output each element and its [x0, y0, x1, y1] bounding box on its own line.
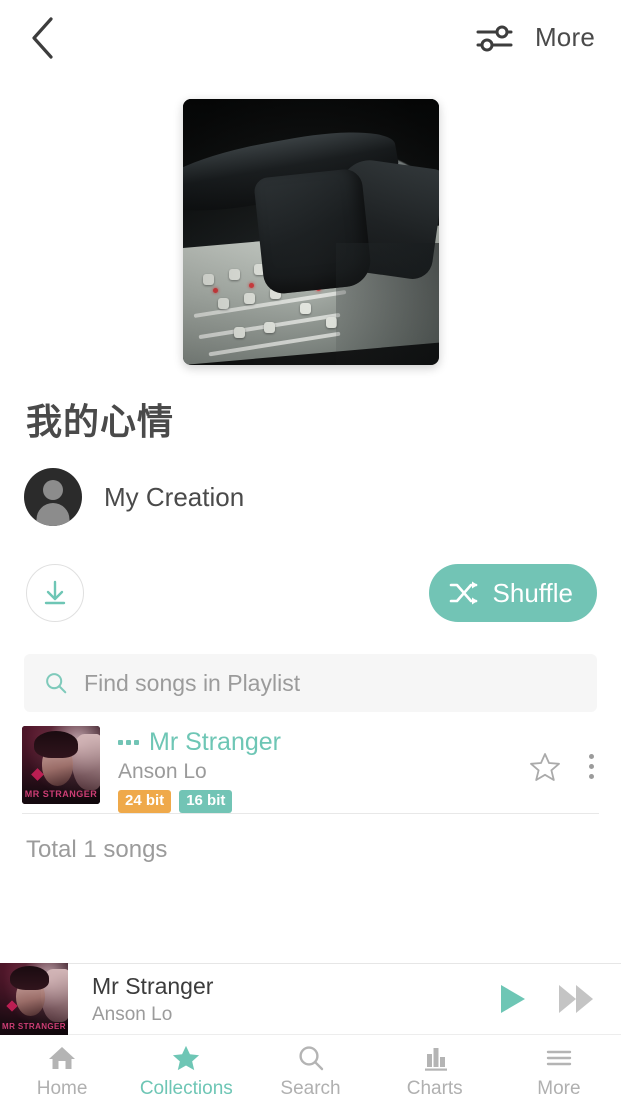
tab-home[interactable]: Home — [0, 1035, 124, 1109]
shuffle-label: Shuffle — [492, 577, 573, 608]
fast-forward-icon[interactable] — [559, 985, 593, 1013]
song-title-line: Mr Stranger — [118, 728, 529, 757]
now-playing-title: Mr Stranger — [92, 972, 214, 999]
equalizer-dots-icon — [118, 740, 139, 746]
star-icon — [171, 1044, 201, 1072]
app-header: More — [0, 0, 621, 75]
cover-vignette — [182, 99, 439, 365]
tab-label: Charts — [406, 1078, 463, 1099]
search-box[interactable] — [24, 654, 597, 713]
artwork-detail-hair — [34, 731, 79, 758]
tab-label: Home — [36, 1078, 88, 1099]
shuffle-button[interactable]: Shuffle — [428, 564, 597, 623]
bar-chart-icon — [420, 1044, 450, 1072]
song-artwork: MR STRANGER — [22, 726, 100, 805]
person-icon-body — [36, 503, 70, 527]
shuffle-icon — [449, 581, 478, 605]
status-badge: 16 bit — [179, 790, 233, 813]
now-playing-artwork: MR STRANGER — [0, 963, 68, 1035]
avatar — [24, 468, 82, 527]
song-badges: 24 bit 16 bit — [118, 790, 529, 813]
search-icon — [296, 1044, 326, 1072]
hamburger-icon — [544, 1044, 574, 1072]
home-icon — [47, 1044, 77, 1072]
sliders-icon — [476, 25, 513, 51]
search-input[interactable] — [84, 669, 577, 697]
song-details: Mr Stranger Anson Lo 24 bit 16 bit — [100, 726, 529, 813]
playlist-cover-art[interactable] — [182, 99, 439, 365]
song-title: Mr Stranger — [149, 728, 281, 757]
back-button[interactable] — [30, 14, 70, 62]
artwork-detail-hair — [9, 965, 49, 991]
owner-name: My Creation — [104, 481, 245, 512]
cover-art-wrap — [0, 75, 621, 365]
song-list: MR STRANGER Mr Stranger Anson Lo 24 bit … — [0, 726, 621, 815]
playlist-screen: More 我的心情 My Creation Shuffle Find songs… — [0, 0, 621, 1109]
more-menu-button[interactable]: More — [475, 22, 595, 54]
tab-charts[interactable]: Charts — [373, 1035, 497, 1109]
tab-search[interactable]: Search — [248, 1035, 372, 1109]
chevron-left-icon — [32, 16, 53, 59]
status-badge: 24 bit — [118, 790, 172, 813]
playlist-actions: Shuffle — [26, 564, 597, 623]
artwork-wordmark: MR STRANGER — [2, 1022, 66, 1031]
tab-label: More — [537, 1078, 581, 1099]
download-icon — [44, 581, 66, 605]
song-artist: Anson Lo — [118, 760, 207, 784]
tab-label: Collections — [139, 1078, 233, 1099]
kebab-menu-icon[interactable] — [583, 750, 599, 783]
download-button[interactable] — [26, 564, 84, 623]
star-outline-icon[interactable] — [529, 751, 561, 783]
bottom-tab-bar: Home Collections Search Charts More — [0, 1035, 621, 1109]
table-row[interactable]: MR STRANGER Mr Stranger Anson Lo 24 bit … — [0, 726, 621, 815]
song-actions — [529, 726, 599, 783]
search-icon — [46, 673, 67, 694]
tab-more[interactable]: More — [497, 1035, 621, 1109]
total-songs-label: Total 1 songs — [26, 836, 168, 864]
artwork-wordmark: MR STRANGER — [24, 789, 98, 800]
tab-label: Search — [280, 1078, 341, 1099]
now-playing-artist: Anson Lo — [92, 1003, 173, 1025]
playlist-title: 我的心情 — [26, 401, 175, 442]
now-playing-bar[interactable]: MR STRANGER Mr Stranger Anson Lo — [0, 963, 621, 1035]
now-playing-info: Mr Stranger Anson Lo — [68, 973, 501, 1026]
now-playing-controls — [501, 985, 621, 1013]
more-label: More — [534, 22, 595, 52]
tab-collections[interactable]: Collections — [124, 1035, 248, 1109]
play-icon[interactable] — [501, 985, 525, 1013]
person-icon — [43, 480, 63, 501]
playlist-owner-row[interactable]: My Creation — [24, 468, 621, 527]
